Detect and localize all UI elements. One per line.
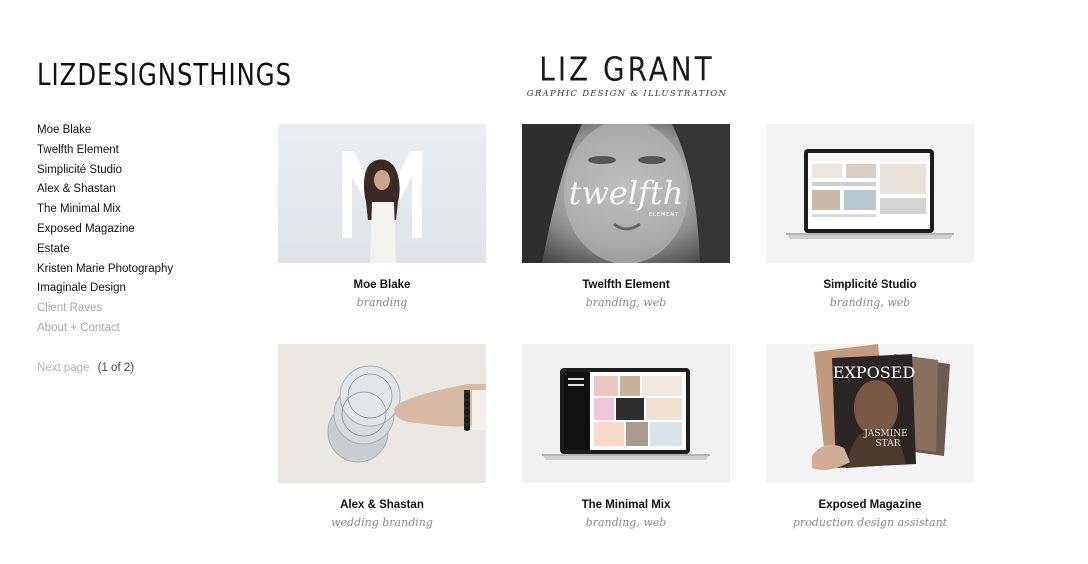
project-thumbnail-twelfth-element[interactable]: twelfth ELEMENT <box>522 124 730 263</box>
project-card-simplicite-studio[interactable]: Simplicité Studio branding, web <box>766 124 974 309</box>
project-title[interactable]: The Minimal Mix <box>522 499 730 511</box>
svg-text:EXPOSED: EXPOSED <box>833 363 915 382</box>
svg-text:twelfth: twelfth <box>569 174 684 212</box>
project-card-minimal-mix[interactable]: The Minimal Mix branding, web <box>522 344 730 529</box>
project-tags: wedding branding <box>331 516 433 529</box>
page-count: (1 of 2) <box>97 362 135 374</box>
next-page-link[interactable]: Next page <box>37 362 89 374</box>
sidebar-item-simplicite-studio[interactable]: Simplicité Studio <box>37 161 173 181</box>
sidebar-item-kristen-marie[interactable]: Kristen Marie Photography <box>37 260 173 280</box>
brand-name[interactable]: LIZ GRANT <box>510 51 744 89</box>
project-card-moe-blake[interactable]: Moe Blake branding <box>278 124 486 309</box>
svg-text:ELEMENT: ELEMENT <box>649 212 679 218</box>
project-thumbnail-moe-blake[interactable] <box>278 124 486 263</box>
moe-blake-image <box>278 124 486 263</box>
sidebar-item-estate[interactable]: Estate <box>37 240 173 260</box>
svg-text:STAR: STAR <box>876 439 901 449</box>
sidebar-item-about-contact[interactable]: About + Contact <box>37 319 173 339</box>
project-title[interactable]: Exposed Magazine <box>766 499 974 511</box>
sidebar-item-minimal-mix[interactable]: The Minimal Mix <box>37 200 173 220</box>
sidebar-item-client-raves[interactable]: Client Raves <box>37 299 173 319</box>
site-logo[interactable]: LIZDESIGNSTHINGS <box>37 58 292 94</box>
project-card-exposed-magazine[interactable]: EXPOSED JASMINE STAR Exposed Magazine pr… <box>766 344 974 529</box>
simplicite-studio-image <box>766 124 974 263</box>
project-title[interactable]: Twelfth Element <box>522 279 730 291</box>
pagination: Next page (1 of 2) <box>37 359 134 378</box>
project-tags: branding <box>356 296 408 309</box>
header-brand: LIZ GRANT GRAPHIC DESIGN & ILLUSTRATION <box>510 51 744 99</box>
sidebar-item-exposed-magazine[interactable]: Exposed Magazine <box>37 220 173 240</box>
project-thumbnail-alex-shastan[interactable] <box>278 344 486 483</box>
project-thumbnail-simplicite-studio[interactable] <box>766 124 974 263</box>
sidebar-item-alex-shastan[interactable]: Alex & Shastan <box>37 180 173 200</box>
project-tags: production design assistant <box>792 516 948 529</box>
svg-text:JASMINE: JASMINE <box>863 429 908 439</box>
project-title[interactable]: Alex & Shastan <box>278 499 486 511</box>
minimal-mix-image <box>522 344 730 483</box>
project-tags: branding, web <box>829 296 911 309</box>
project-tags: branding, web <box>585 296 667 309</box>
sidebar-item-moe-blake[interactable]: Moe Blake <box>37 121 173 141</box>
project-thumbnail-minimal-mix[interactable] <box>522 344 730 483</box>
project-title[interactable]: Moe Blake <box>278 279 486 291</box>
project-tags: branding, web <box>585 516 667 529</box>
sidebar-item-twelfth-element[interactable]: Twelfth Element <box>37 141 173 161</box>
sidebar-nav: Moe Blake Twelfth Element Simplicité Stu… <box>37 121 173 339</box>
exposed-magazine-image: EXPOSED JASMINE STAR <box>766 344 974 483</box>
project-card-twelfth-element[interactable]: twelfth ELEMENT Twelfth Element branding… <box>522 124 730 309</box>
project-card-alex-shastan[interactable]: Alex & Shastan wedding branding <box>278 344 486 529</box>
twelfth-element-image: twelfth ELEMENT <box>522 124 730 263</box>
alex-shastan-image <box>278 344 486 483</box>
project-thumbnail-exposed-magazine[interactable]: EXPOSED JASMINE STAR <box>766 344 974 483</box>
project-title[interactable]: Simplicité Studio <box>766 279 974 291</box>
sidebar-item-imaginale-design[interactable]: Imaginale Design <box>37 279 173 299</box>
brand-tagline: GRAPHIC DESIGN & ILLUSTRATION <box>526 89 728 99</box>
